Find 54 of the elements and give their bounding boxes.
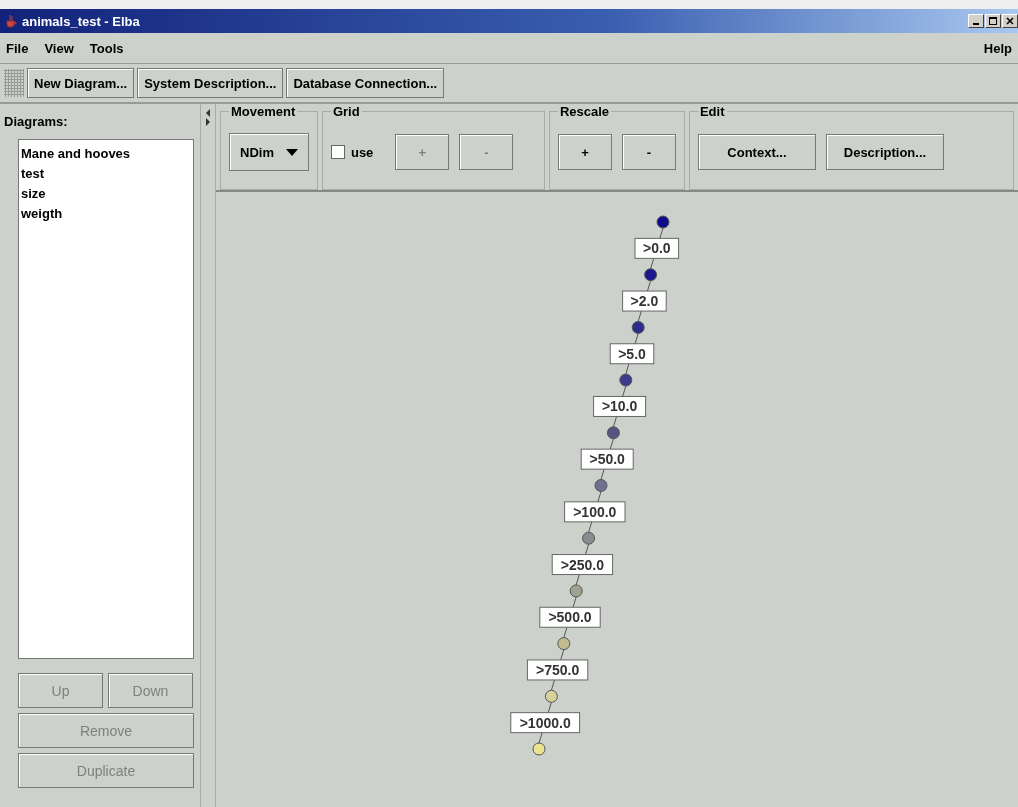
- concept-node[interactable]: [644, 268, 658, 282]
- window-title: animals_test - Elba: [22, 13, 140, 29]
- close-icon: [1005, 16, 1015, 26]
- menu-item[interactable]: View: [44, 40, 74, 56]
- toolbar-button[interactable]: System Description...: [137, 68, 284, 98]
- toolbar-button[interactable]: Database Connection...: [286, 68, 445, 98]
- minimize-button[interactable]: [968, 14, 984, 28]
- toolbar-button[interactable]: New Diagram...: [27, 68, 135, 98]
- concept-node[interactable]: [606, 426, 620, 440]
- toolbar-grip[interactable]: [4, 69, 24, 97]
- concept-node[interactable]: [656, 215, 670, 229]
- menu-item[interactable]: Tools: [89, 40, 124, 56]
- concept-label: >1000.0: [510, 712, 581, 734]
- concept-node[interactable]: [544, 689, 558, 703]
- list-item[interactable]: weigth: [19, 204, 193, 224]
- concept-node[interactable]: [569, 584, 583, 598]
- concept-label: >750.0: [526, 659, 589, 681]
- list-item[interactable]: Mane and hooves: [19, 144, 193, 164]
- edit-button[interactable]: Description...: [825, 134, 944, 170]
- concept-node[interactable]: [594, 479, 608, 492]
- rescale-button[interactable]: -: [621, 134, 676, 170]
- concept-node[interactable]: [582, 531, 596, 545]
- edit-button[interactable]: Context...: [697, 134, 816, 170]
- group-title: Rescale: [558, 104, 611, 119]
- menu-item[interactable]: File: [6, 40, 29, 56]
- group-title: Movement: [230, 104, 297, 119]
- concept-label: >100.0: [564, 501, 626, 523]
- menu-item[interactable]: Help: [983, 40, 1012, 56]
- concept-node[interactable]: [631, 320, 645, 334]
- group-title: Edit: [698, 104, 726, 119]
- dropdown-arrow-icon: [285, 148, 298, 156]
- concept-label: >0.0: [634, 237, 680, 259]
- close-button[interactable]: [1002, 14, 1018, 28]
- maximize-button[interactable]: [985, 14, 1001, 28]
- minimize-icon: [973, 23, 979, 25]
- concept-label: >500.0: [539, 606, 601, 628]
- concept-label: >10.0: [593, 395, 647, 417]
- concept-node[interactable]: [619, 373, 633, 387]
- group-title: Grid: [331, 104, 361, 119]
- panel-title: Diagrams:: [4, 113, 69, 131]
- use-checkbox[interactable]: use: [330, 144, 374, 160]
- concept-label: >2.0: [622, 290, 667, 312]
- cup-icon: [4, 14, 18, 28]
- maximize-icon: [988, 16, 998, 26]
- concept-label: >50.0: [580, 448, 634, 470]
- concept-label: >250.0: [551, 554, 614, 576]
- concept-node[interactable]: [557, 637, 571, 651]
- collapse-arrows-icon[interactable]: [205, 108, 211, 126]
- list-item[interactable]: test: [19, 164, 193, 184]
- concept-label: >5.0: [609, 343, 655, 365]
- rescale-button[interactable]: +: [557, 134, 612, 170]
- concept-node[interactable]: [532, 742, 546, 756]
- movement-dropdown[interactable]: NDim: [229, 133, 309, 171]
- list-item[interactable]: size: [19, 184, 193, 204]
